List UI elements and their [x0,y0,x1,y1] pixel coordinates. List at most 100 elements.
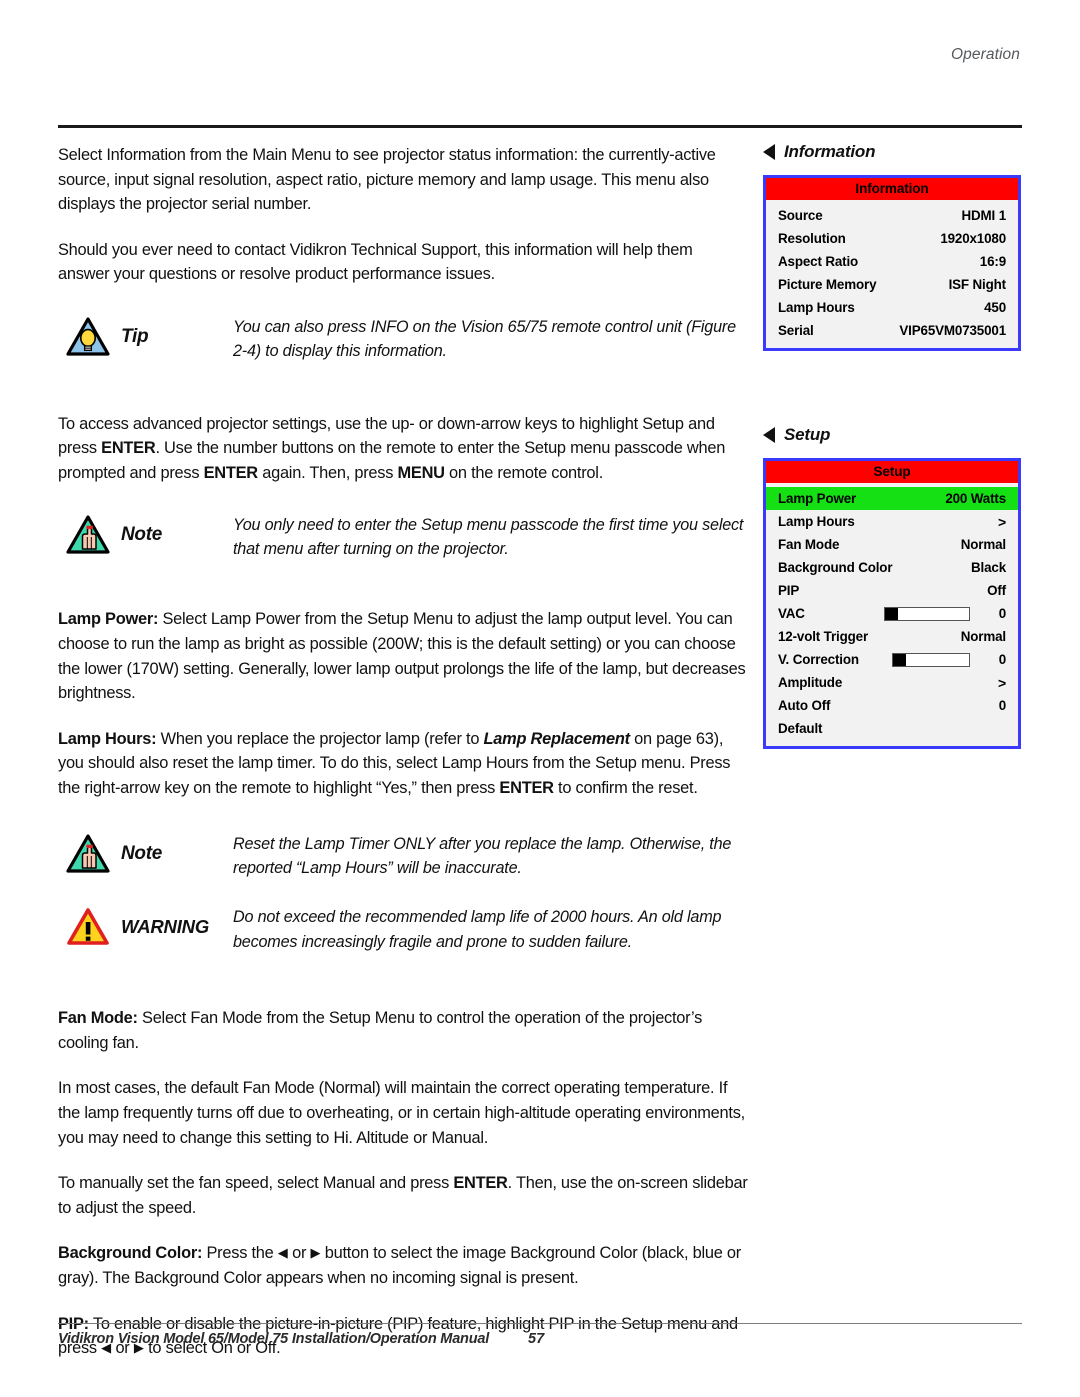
p8-seg-a: To manually set the fan speed, select Ma… [58,1174,454,1193]
setup-row-vac[interactable]: VAC 0 [766,602,1018,625]
setup-menu-rows: Lamp Power 200 Watts Lamp Hours > Fan Mo… [766,483,1018,742]
footer-manual-title: Vidikron Vision Model 65/Model 75 Instal… [58,1331,490,1347]
right-arrow-icon: ▶ [310,1245,321,1261]
setup-row-fan-mode[interactable]: Fan Mode Normal [766,533,1018,556]
table-row[interactable]: Source HDMI 1 [766,204,1018,227]
page-header-section: Operation [951,46,1020,63]
lightbulb-tip-icon [66,317,110,357]
row-label: Default [778,721,823,736]
row-label: Lamp Hours [778,514,855,529]
note-label-1: Note [121,523,163,545]
setup-row-v-correction[interactable]: V. Correction 0 [766,648,1018,671]
osd-setup-section: Setup Setup Lamp Power 200 Watts Lamp Ho… [763,425,1021,749]
note-icon-group-2: Note [58,831,233,877]
row-value-chevron: > [997,674,1006,691]
paragraph-background-color: Background Color: Press the ◀ or ▶ butto… [58,1241,748,1290]
v-correction-slider-knob[interactable] [893,653,906,666]
v-correction-slider-wrap [859,652,980,667]
osd-information-section: Information Information Source HDMI 1 Re… [763,142,1021,351]
table-row[interactable]: Serial VIP65VM0735001 [766,319,1018,342]
p3-menu: MENU [397,463,445,482]
row-label: Lamp Hours [778,300,855,315]
table-row[interactable]: Lamp Hours 450 [766,296,1018,319]
row-label: 12-volt Trigger [778,629,869,644]
row-label: Serial [778,323,814,338]
warning-label: WARNING [121,916,210,938]
setup-row-background-color[interactable]: Background Color Black [766,556,1018,579]
body-column: Select Information from the Main Menu to… [58,143,748,1382]
row-value: 450 [984,300,1006,315]
lamp-replacement-ref: Lamp Replacement [483,729,631,748]
osd-information-heading: Information [763,142,1021,162]
triangle-left-icon [763,144,775,160]
paragraph-lamp-hours: Lamp Hours: When you replace the project… [58,727,748,801]
information-menu-panel[interactable]: Information Source HDMI 1 Resolution 192… [763,175,1021,351]
setup-row-pip[interactable]: PIP Off [766,579,1018,602]
row-label: Source [778,208,823,223]
setup-row-12volt-trigger[interactable]: 12-volt Trigger Normal [766,625,1018,648]
row-label: Amplitude [778,675,843,690]
fan-mode-body: Select Fan Mode from the Setup Menu to c… [58,1009,703,1052]
warning-icon-group: WARNING [58,904,233,950]
paragraph-fan-mode-detail: In most cases, the default Fan Mode (Nor… [58,1079,745,1147]
exclamation-warning-icon [66,907,110,947]
paragraph-tech-support: Should you ever need to contact Vidikron… [58,240,693,284]
row-label: Aspect Ratio [778,254,859,269]
row-value-chevron: > [997,513,1006,530]
row-label: Resolution [778,231,846,246]
lamp-power-heading: Lamp Power: [58,610,159,629]
v-correction-slider[interactable] [892,652,970,667]
tip-icon-group: Tip [58,314,233,360]
reminder-hand-note-icon [66,514,110,555]
p3-enter-2: ENTER [203,463,259,482]
row-label: Fan Mode [778,537,840,552]
vac-slider[interactable] [884,606,970,621]
setup-row-default[interactable]: Default [766,717,1018,740]
row-value: 0 [998,652,1006,667]
row-label: Auto Off [778,698,831,713]
footer-rule [58,1323,1022,1324]
row-value: Off [987,583,1006,598]
row-value: HDMI 1 [961,208,1007,223]
setup-row-amplitude[interactable]: Amplitude > [766,671,1018,694]
lamp-power-body: Select Lamp Power from the Setup Menu to… [58,610,746,703]
table-row[interactable]: Resolution 1920x1080 [766,227,1018,250]
vac-slider-knob[interactable] [885,607,898,620]
osd-information-heading-label: Information [784,142,876,161]
row-value: VIP65VM0735001 [899,323,1006,338]
callout-tip: Tip You can also press INFO on the Visio… [58,314,748,364]
table-row[interactable]: Picture Memory ISF Night [766,273,1018,296]
setup-row-lamp-power[interactable]: Lamp Power 200 Watts [766,487,1018,510]
setup-menu-panel[interactable]: Setup Lamp Power 200 Watts Lamp Hours > … [763,458,1021,749]
row-value: 16:9 [979,254,1006,269]
information-menu-title: Information [766,178,1018,200]
paragraph-setup-access: To access advanced projector settings, u… [58,412,748,486]
paragraph-manual-fan-speed: To manually set the fan speed, select Ma… [58,1171,748,1220]
reminder-hand-note-icon [66,833,110,874]
setup-menu-title: Setup [766,461,1018,483]
note-label-2: Note [121,842,163,864]
p5-seg-a: When you replace the projector lamp (ref… [156,729,484,748]
p3-seg-g: on the remote control. [444,463,603,482]
row-label: Lamp Power [778,491,857,506]
triangle-left-icon [763,427,775,443]
row-value: 0 [998,698,1006,713]
paragraph-lamp-power: Lamp Power: Select Lamp Power from the S… [58,607,748,705]
paragraph-information-intro: Select Information from the Main Menu to… [58,146,716,214]
warning-text: Do not exceed the recommended lamp life … [233,908,722,951]
setup-row-auto-off[interactable]: Auto Off 0 [766,694,1018,717]
p5-seg-c: to confirm the reset. [553,778,698,797]
information-menu-rows: Source HDMI 1 Resolution 1920x1080 Aspec… [766,200,1018,344]
paragraph-fan-mode: Fan Mode: Select Fan Mode from the Setup… [58,1006,748,1055]
left-arrow-icon: ◀ [277,1245,288,1261]
osd-setup-heading-label: Setup [784,425,831,444]
p3-seg-e: again. Then, press [257,463,398,482]
setup-row-lamp-hours[interactable]: Lamp Hours > [766,510,1018,533]
note-text-1: You only need to enter the Setup menu pa… [233,515,744,558]
row-label: Picture Memory [778,277,877,292]
row-value: Normal [960,537,1006,552]
row-value: 1920x1080 [940,231,1006,246]
table-row[interactable]: Aspect Ratio 16:9 [766,250,1018,273]
row-value: 200 Watts [945,491,1006,506]
lamp-hours-heading: Lamp Hours: [58,729,157,748]
